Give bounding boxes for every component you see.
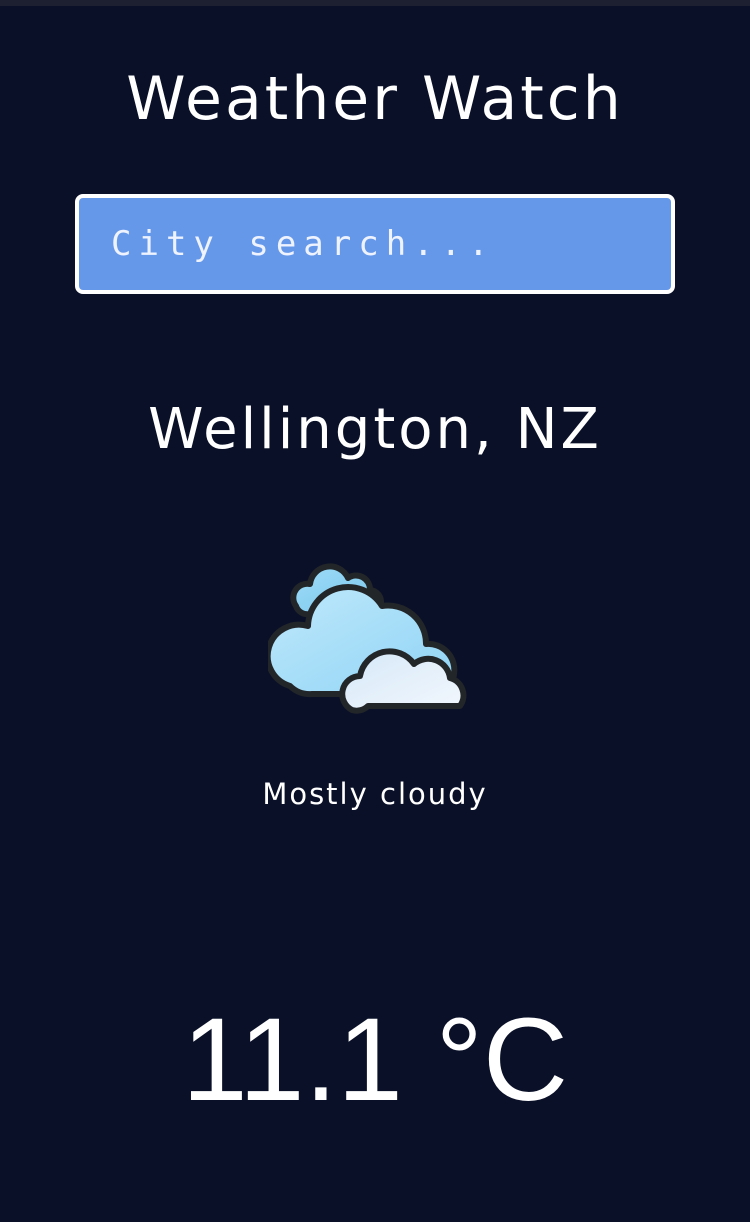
weather-condition: Mostly cloudy [262, 777, 488, 811]
cloudy-icon [268, 563, 467, 714]
top-status-strip [0, 0, 750, 6]
location-name: Wellington, NZ [148, 397, 602, 462]
temperature-readout: 11.1 °C [181, 994, 569, 1126]
search-box[interactable] [75, 194, 675, 294]
app-title: Weather Watch [126, 64, 624, 134]
city-search-input[interactable] [79, 198, 671, 290]
